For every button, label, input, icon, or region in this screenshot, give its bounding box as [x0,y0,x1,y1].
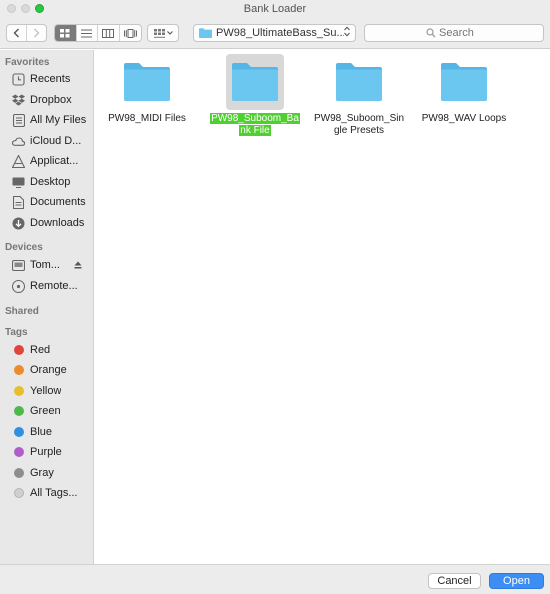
cover-flow-view-button[interactable] [120,25,141,41]
devices-heading: Devices [5,242,43,253]
desktop-icon [12,176,25,189]
file-open-dialog: Bank Loader PW98_UltimateBass_Su... Sear… [0,0,550,594]
list-icon [81,29,93,37]
shared-heading: Shared [5,306,39,317]
chevron-left-icon [13,28,19,38]
sidebar-item-downloads[interactable]: Downloads [12,214,92,232]
arrange-menu-button[interactable] [147,24,179,42]
sidebar-item-label: iCloud D... [30,135,82,147]
hard-drive-icon [12,259,25,272]
green-tag-dot-icon [13,406,24,416]
arrange-icon [153,28,165,38]
sidebar-item-tag-green[interactable]: Green [12,402,92,420]
sidebar-item-label: Downloads [30,217,85,229]
sidebar-item-desktop[interactable]: Desktop [12,173,92,191]
navigation-buttons [6,24,47,42]
disc-icon [12,279,25,293]
sidebar-item-tag-purple[interactable]: Purple [12,443,92,461]
sidebar-item-label: Dropbox [30,94,72,106]
sidebar-item-label: Documents [30,196,86,208]
view-mode-buttons [54,24,142,42]
sidebar-item-tag-gray[interactable]: Gray [12,464,92,482]
sidebar-item-label: Remote... [30,280,78,292]
red-tag-dot-icon [13,345,24,355]
purple-tag-dot-icon [13,447,24,457]
folder-icon [226,54,284,110]
sidebar-item-label: Gray [30,467,54,479]
sidebar-item-label: Orange [30,364,67,376]
window-title: Bank Loader [243,3,307,15]
orange-tag-dot-icon [13,365,24,375]
folder-name: PW98_Suboom_Sin gle Presets [313,113,405,136]
folder-icon [118,54,176,110]
files-icon [12,113,25,127]
eject-icon[interactable] [74,261,82,271]
columns-icon [102,28,115,38]
sidebar-item-label: Purple [30,446,62,458]
sidebar-item-label: Applicat... [30,155,79,167]
sidebar-item-label: Blue [30,426,53,438]
chevron-right-icon [33,28,40,38]
sidebar-item-label: Green [30,405,61,417]
sidebar-item-all-tags[interactable]: All Tags... [12,484,92,502]
sidebar-item-tag-orange[interactable]: Orange [12,361,92,379]
tags-heading: Tags [5,327,28,338]
up-down-chevron-icon [344,26,350,38]
column-view-button[interactable] [98,25,120,41]
dialog-footer: Cancel Open [0,564,550,594]
downloads-icon [12,217,25,230]
back-button[interactable] [7,25,27,41]
sidebar-item-label: All Tags... [30,487,78,499]
title-bar: Bank Loader [0,0,550,18]
clock-icon [12,72,25,86]
sidebar-item-label: All My Files [30,114,87,126]
chevron-down-icon [166,31,173,35]
blue-tag-dot-icon [13,427,24,437]
file-browser: PW98_MIDI Files PW98_Suboom_Ba nk File PW… [95,50,550,564]
sidebar-item-label: Yellow [30,385,62,397]
sidebar-item-tag-blue[interactable]: Blue [12,423,92,441]
list-view-button[interactable] [77,25,98,41]
location-label: PW98_UltimateBass_Su... [216,27,344,39]
folder-icon [435,54,493,110]
applications-icon [12,154,25,168]
folder-icon [199,28,212,38]
sidebar-item-remote-disc[interactable]: Remote... [12,277,92,295]
all-tags-dot-icon [13,488,24,498]
folder-name: PW98_MIDI Files [108,113,186,124]
open-button[interactable]: Open [489,573,544,589]
folder-name: PW98_WAV Loops [421,113,507,124]
search-field[interactable] [364,24,544,42]
cancel-button[interactable]: Cancel [428,573,481,589]
dropbox-icon [12,94,25,107]
sidebar-item-dropbox[interactable]: Dropbox [12,91,92,109]
folder-name: PW98_Suboom_Ba nk File [210,113,300,136]
yellow-tag-dot-icon [13,386,24,396]
sidebar-item-label: Tom... [30,259,60,271]
sidebar: Favorites Recents Dropbox All My Files i… [0,50,94,564]
sidebar-item-label: Recents [30,73,71,85]
sidebar-item-label: Desktop [30,176,71,188]
search-icon [426,28,436,38]
sidebar-item-label: Red [30,344,51,356]
cover-flow-icon [123,28,137,38]
folder-icon [330,54,388,110]
sidebar-item-documents[interactable]: Documents [12,193,92,211]
sidebar-item-tag-yellow[interactable]: Yellow [12,382,92,400]
search-input[interactable] [439,25,539,41]
sidebar-item-recents[interactable]: Recents [12,70,92,88]
documents-icon [12,195,25,209]
favorites-heading: Favorites [5,57,50,68]
sidebar-item-tag-red[interactable]: Red [12,341,92,359]
sidebar-item-icloud-drive[interactable]: iCloud D... [12,132,92,150]
location-popup[interactable]: PW98_UltimateBass_Su... [193,24,356,42]
forward-button[interactable] [27,25,46,41]
toolbar: PW98_UltimateBass_Su... [0,18,550,49]
grid-icon [60,28,70,37]
gray-tag-dot-icon [13,468,24,478]
sidebar-item-applications[interactable]: Applicat... [12,152,92,170]
cloud-icon [12,135,25,148]
sidebar-item-all-my-files[interactable]: All My Files [12,111,92,129]
icon-view-button[interactable] [55,25,77,41]
